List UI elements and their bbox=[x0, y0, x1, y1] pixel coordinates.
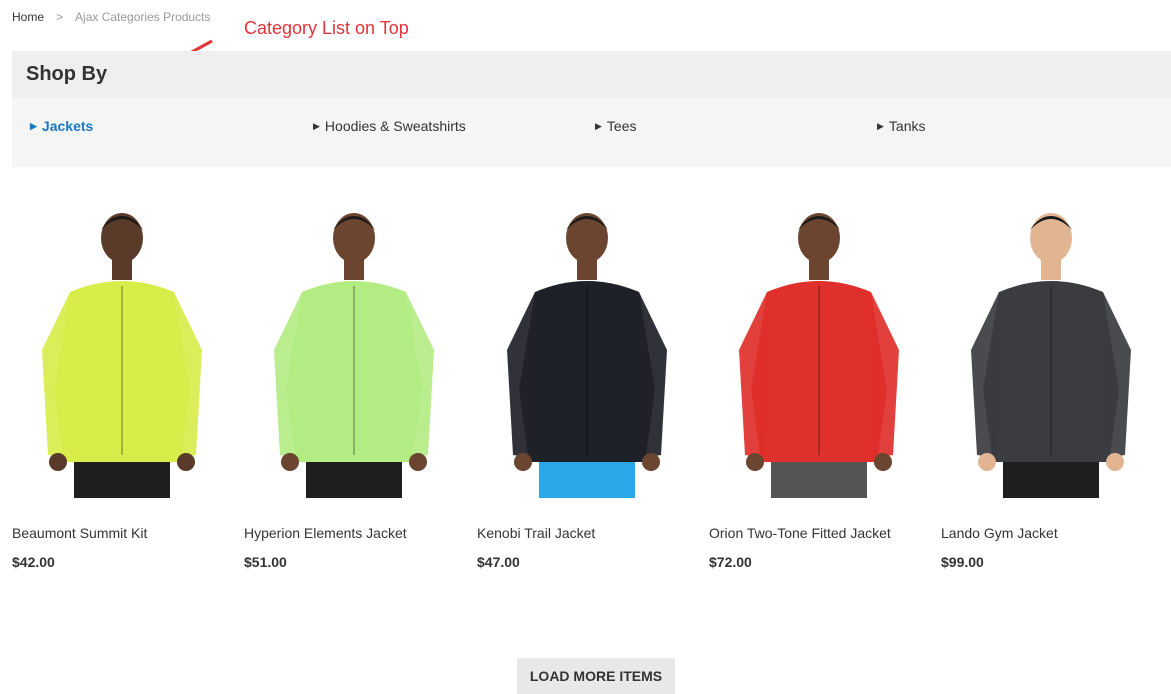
caret-right-icon: ▶ bbox=[313, 120, 320, 131]
breadcrumb: Home > Ajax Categories Products bbox=[12, 10, 210, 24]
caret-right-icon: ▶ bbox=[877, 120, 884, 131]
product-price: $47.00 bbox=[477, 554, 520, 570]
category-item-tees[interactable]: ▶ Tees bbox=[595, 118, 637, 134]
model-figure-illustration bbox=[971, 213, 1131, 498]
product-image[interactable] bbox=[709, 200, 929, 498]
shop-by-title: Shop By bbox=[12, 51, 1171, 98]
product-name-link[interactable]: Kenobi Trail Jacket bbox=[477, 525, 595, 541]
product-name-link[interactable]: Orion Two-Tone Fitted Jacket bbox=[709, 525, 891, 541]
category-item-hoodies-sweatshirts[interactable]: ▶ Hoodies & Sweatshirts bbox=[313, 118, 466, 134]
product-card[interactable]: Hyperion Elements Jacket $51.00 bbox=[244, 200, 464, 570]
category-label: Tees bbox=[606, 118, 637, 134]
product-image[interactable] bbox=[477, 200, 697, 498]
product-image[interactable] bbox=[244, 200, 464, 498]
product-name-link[interactable]: Hyperion Elements Jacket bbox=[244, 525, 407, 541]
model-figure-illustration bbox=[739, 213, 899, 498]
category-label: Jackets bbox=[41, 118, 94, 134]
caret-right-icon: ▶ bbox=[30, 120, 37, 131]
product-name-link[interactable]: Lando Gym Jacket bbox=[941, 525, 1058, 541]
breadcrumb-home-link[interactable]: Home bbox=[12, 10, 44, 24]
product-price: $42.00 bbox=[12, 554, 55, 570]
category-label: Tanks bbox=[888, 118, 926, 134]
category-item-tanks[interactable]: ▶ Tanks bbox=[877, 118, 926, 134]
load-more-button[interactable]: LOAD MORE ITEMS bbox=[517, 658, 675, 694]
product-image[interactable] bbox=[941, 200, 1161, 498]
category-item-jackets[interactable]: ▶ Jackets bbox=[30, 118, 93, 134]
product-price: $51.00 bbox=[244, 554, 287, 570]
product-card[interactable]: Orion Two-Tone Fitted Jacket $72.00 bbox=[709, 200, 929, 570]
breadcrumb-separator: > bbox=[56, 10, 64, 24]
product-name-link[interactable]: Beaumont Summit Kit bbox=[12, 525, 147, 541]
product-card[interactable]: Lando Gym Jacket $99.00 bbox=[941, 200, 1161, 570]
annotation-label: Category List on Top bbox=[244, 18, 409, 38]
model-figure-illustration bbox=[274, 213, 434, 498]
category-label: Hoodies & Sweatshirts bbox=[324, 118, 466, 134]
model-figure-illustration bbox=[42, 213, 202, 498]
product-card[interactable]: Beaumont Summit Kit $42.00 bbox=[12, 200, 232, 570]
caret-right-icon: ▶ bbox=[595, 120, 602, 131]
category-list: ▶ Jackets ▶ Hoodies & Sweatshirts ▶ Tees… bbox=[12, 98, 1171, 167]
product-image[interactable] bbox=[12, 200, 232, 498]
model-figure-illustration bbox=[507, 213, 667, 498]
breadcrumb-current: Ajax Categories Products bbox=[75, 10, 211, 24]
shop-by-panel: Shop By ▶ Jackets ▶ Hoodies & Sweatshirt… bbox=[12, 51, 1171, 167]
product-price: $99.00 bbox=[941, 554, 984, 570]
product-card[interactable]: Kenobi Trail Jacket $47.00 bbox=[477, 200, 697, 570]
product-price: $72.00 bbox=[709, 554, 752, 570]
